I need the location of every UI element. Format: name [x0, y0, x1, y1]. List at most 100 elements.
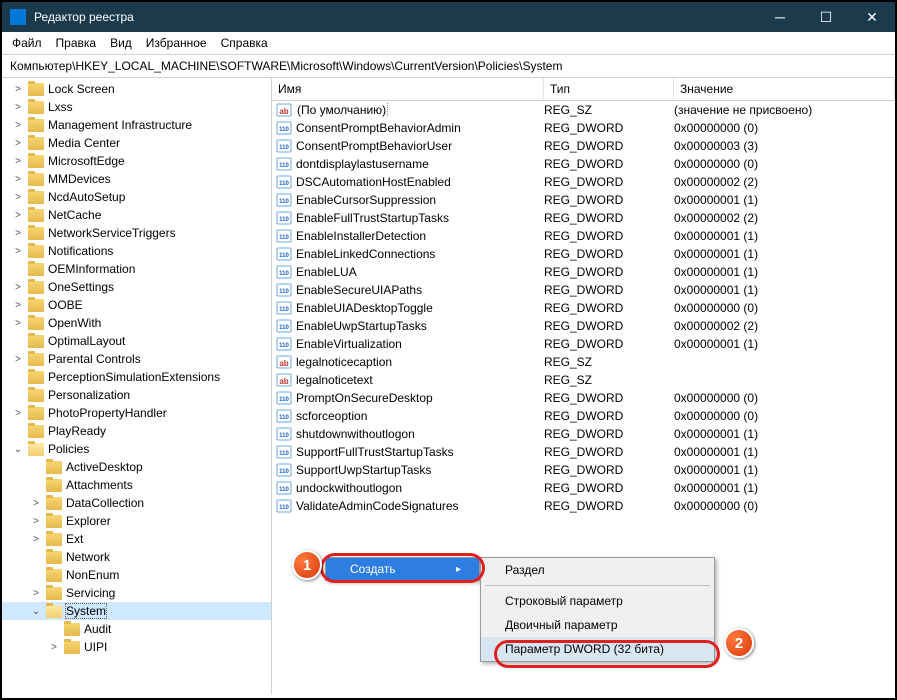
- value-row[interactable]: 110ConsentPromptBehaviorAdminREG_DWORD0x…: [272, 119, 895, 137]
- value-row[interactable]: 110EnableLUAREG_DWORD0x00000001 (1): [272, 263, 895, 281]
- tree-item[interactable]: PerceptionSimulationExtensions: [2, 368, 271, 386]
- svg-text:110: 110: [279, 127, 289, 133]
- tree-item[interactable]: ⌄System: [2, 602, 271, 620]
- value-row[interactable]: ablegalnoticecaptionREG_SZ: [272, 353, 895, 371]
- tree-item[interactable]: >NetworkServiceTriggers: [2, 224, 271, 242]
- tree-item[interactable]: >NetCache: [2, 206, 271, 224]
- value-row[interactable]: 110EnableInstallerDetectionREG_DWORD0x00…: [272, 227, 895, 245]
- menu-view[interactable]: Вид: [110, 36, 132, 50]
- value-row[interactable]: ab(По умолчанию)REG_SZ(значение не присв…: [272, 101, 895, 119]
- tree-item[interactable]: OEMInformation: [2, 260, 271, 278]
- binary-value-icon: 110: [276, 300, 292, 316]
- col-value[interactable]: Значение: [674, 78, 895, 100]
- tree-item[interactable]: Attachments: [2, 476, 271, 494]
- tree-item[interactable]: ⌄Policies: [2, 440, 271, 458]
- annotation-badge-2: 2: [724, 628, 754, 658]
- tree-item[interactable]: >UIPI: [2, 638, 271, 656]
- context-item-binary[interactable]: Двоичный параметр: [481, 613, 714, 637]
- address-bar[interactable]: Компьютер\HKEY_LOCAL_MACHINE\SOFTWARE\Mi…: [2, 55, 895, 78]
- tree-item[interactable]: >Management Infrastructure: [2, 116, 271, 134]
- tree-item[interactable]: PlayReady: [2, 422, 271, 440]
- context-menu-primary[interactable]: Создать: [325, 557, 480, 581]
- minimize-button[interactable]: ─: [757, 2, 803, 32]
- binary-value-icon: 110: [276, 336, 292, 352]
- context-item-dword32[interactable]: Параметр DWORD (32 бита): [481, 637, 714, 661]
- value-row[interactable]: 110EnableLinkedConnectionsREG_DWORD0x000…: [272, 245, 895, 263]
- value-row[interactable]: 110dontdisplaylastusernameREG_DWORD0x000…: [272, 155, 895, 173]
- value-row[interactable]: 110PromptOnSecureDesktopREG_DWORD0x00000…: [272, 389, 895, 407]
- tree-item[interactable]: >PhotoPropertyHandler: [2, 404, 271, 422]
- menu-edit[interactable]: Правка: [56, 36, 97, 50]
- tree-item[interactable]: >OneSettings: [2, 278, 271, 296]
- svg-text:110: 110: [279, 307, 289, 313]
- binary-value-icon: 110: [276, 156, 292, 172]
- svg-text:110: 110: [279, 181, 289, 187]
- tree-item[interactable]: >Parental Controls: [2, 350, 271, 368]
- tree-item[interactable]: >Lock Screen: [2, 80, 271, 98]
- value-row[interactable]: 110EnableFullTrustStartupTasksREG_DWORD0…: [272, 209, 895, 227]
- tree-item[interactable]: Personalization: [2, 386, 271, 404]
- menu-favorites[interactable]: Избранное: [146, 36, 207, 50]
- value-row[interactable]: ablegalnoticetextREG_SZ: [272, 371, 895, 389]
- tree-item[interactable]: >Notifications: [2, 242, 271, 260]
- value-row[interactable]: 110scforceoptionREG_DWORD0x00000000 (0): [272, 407, 895, 425]
- binary-value-icon: 110: [276, 174, 292, 190]
- tree-item[interactable]: >MMDevices: [2, 170, 271, 188]
- tree-item[interactable]: Network: [2, 548, 271, 566]
- svg-text:110: 110: [279, 451, 289, 457]
- column-header: Имя Тип Значение: [272, 78, 895, 101]
- binary-value-icon: 110: [276, 192, 292, 208]
- svg-text:110: 110: [279, 271, 289, 277]
- col-type[interactable]: Тип: [544, 78, 674, 100]
- context-item-create[interactable]: Создать: [326, 558, 479, 580]
- value-row[interactable]: 110EnableVirtualizationREG_DWORD0x000000…: [272, 335, 895, 353]
- tree-item[interactable]: Audit: [2, 620, 271, 638]
- tree-item[interactable]: >Lxss: [2, 98, 271, 116]
- col-name[interactable]: Имя: [272, 78, 544, 100]
- value-row[interactable]: 110EnableUIADesktopToggleREG_DWORD0x0000…: [272, 299, 895, 317]
- value-row[interactable]: 110SupportFullTrustStartupTasksREG_DWORD…: [272, 443, 895, 461]
- tree-item[interactable]: >OOBE: [2, 296, 271, 314]
- app-icon: [10, 9, 26, 25]
- value-row[interactable]: 110undockwithoutlogonREG_DWORD0x00000001…: [272, 479, 895, 497]
- tree-item[interactable]: >NcdAutoSetup: [2, 188, 271, 206]
- svg-text:110: 110: [279, 325, 289, 331]
- value-row[interactable]: 110ConsentPromptBehaviorUserREG_DWORD0x0…: [272, 137, 895, 155]
- menu-file[interactable]: Файл: [12, 36, 42, 50]
- tree-item[interactable]: >Ext: [2, 530, 271, 548]
- close-button[interactable]: ✕: [849, 2, 895, 32]
- context-menu-new[interactable]: Раздел Строковый параметр Двоичный парам…: [480, 557, 715, 662]
- string-value-icon: ab: [276, 354, 292, 370]
- menu-help[interactable]: Справка: [221, 36, 268, 50]
- binary-value-icon: 110: [276, 120, 292, 136]
- tree-item[interactable]: >OpenWith: [2, 314, 271, 332]
- value-row[interactable]: 110shutdownwithoutlogonREG_DWORD0x000000…: [272, 425, 895, 443]
- maximize-button[interactable]: ☐: [803, 2, 849, 32]
- binary-value-icon: 110: [276, 408, 292, 424]
- tree-panel[interactable]: >Lock Screen>Lxss>Management Infrastruct…: [2, 78, 272, 694]
- svg-text:110: 110: [279, 253, 289, 259]
- tree-item[interactable]: >DataCollection: [2, 494, 271, 512]
- tree-item[interactable]: >Media Center: [2, 134, 271, 152]
- tree-item[interactable]: OptimalLayout: [2, 332, 271, 350]
- value-row[interactable]: 110ValidateAdminCodeSignaturesREG_DWORD0…: [272, 497, 895, 515]
- tree-item[interactable]: NonEnum: [2, 566, 271, 584]
- tree-item[interactable]: >MicrosoftEdge: [2, 152, 271, 170]
- value-row[interactable]: 110DSCAutomationHostEnabledREG_DWORD0x00…: [272, 173, 895, 191]
- tree-item[interactable]: >Servicing: [2, 584, 271, 602]
- svg-text:110: 110: [279, 217, 289, 223]
- value-row[interactable]: 110EnableUwpStartupTasksREG_DWORD0x00000…: [272, 317, 895, 335]
- value-row[interactable]: 110EnableCursorSuppressionREG_DWORD0x000…: [272, 191, 895, 209]
- annotation-badge-1: 1: [292, 550, 322, 580]
- svg-text:110: 110: [279, 145, 289, 151]
- tree-item[interactable]: ActiveDesktop: [2, 458, 271, 476]
- value-row[interactable]: 110SupportUwpStartupTasksREG_DWORD0x0000…: [272, 461, 895, 479]
- binary-value-icon: 110: [276, 480, 292, 496]
- context-item-section[interactable]: Раздел: [481, 558, 714, 582]
- tree-item[interactable]: >Explorer: [2, 512, 271, 530]
- binary-value-icon: 110: [276, 444, 292, 460]
- value-row[interactable]: 110EnableSecureUIAPathsREG_DWORD0x000000…: [272, 281, 895, 299]
- binary-value-icon: 110: [276, 210, 292, 226]
- binary-value-icon: 110: [276, 426, 292, 442]
- context-item-string[interactable]: Строковый параметр: [481, 589, 714, 613]
